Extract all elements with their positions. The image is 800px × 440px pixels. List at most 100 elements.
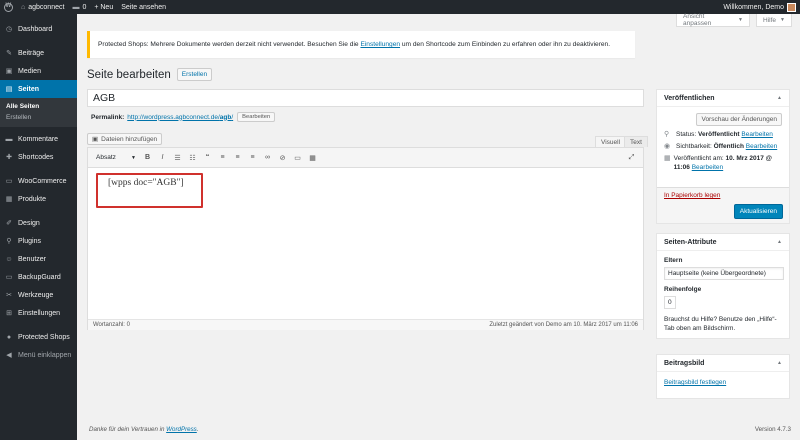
sidebar-item-label: Werkzeuge [18, 291, 54, 299]
wordpress-logo-menu[interactable] [0, 0, 17, 14]
bold-button[interactable]: B [140, 152, 155, 164]
read-more-button[interactable]: ▭ [290, 152, 305, 164]
pin-icon: ⚲ [664, 131, 670, 138]
parent-select[interactable]: Hauptseite (keine Übergeordnete) [664, 267, 784, 280]
preview-changes-button[interactable]: Vorschau der Änderungen [696, 113, 782, 126]
post-title-input[interactable]: AGB [87, 89, 644, 107]
update-button[interactable]: Aktualisieren [733, 204, 783, 219]
pages-icon: ▤ [5, 86, 13, 93]
tab-text[interactable]: Text [624, 136, 648, 147]
new-content-menu[interactable]: + Neu [90, 0, 117, 14]
fullscreen-icon: ⤢ [628, 153, 635, 161]
highlight-box [96, 173, 203, 208]
products-icon: ▦ [5, 196, 13, 203]
featured-image-header[interactable]: Beitragsbild ▲ [657, 355, 789, 372]
format-select-value: Absatz [96, 154, 116, 161]
sidebar-item-media[interactable]: ▣ Medien [0, 62, 77, 80]
sidebar-item-pages[interactable]: ▤ Seiten [0, 80, 77, 98]
sidebar-item-products[interactable]: ▦ Produkte [0, 190, 77, 208]
toolbar-toggle-button[interactable]: ▦ [305, 152, 320, 164]
published-row: ▦ Veröffentlicht am: 10. Mrz 2017 @ 11:0… [664, 154, 782, 172]
sidebar-item-woocommerce[interactable]: ▭ WooCommerce [0, 172, 77, 190]
help-label: Hilfe [763, 16, 777, 24]
edit-permalink-button[interactable]: Bearbeiten [237, 112, 276, 122]
bulleted-list-button[interactable]: ☰ [170, 152, 185, 164]
sidebar-item-label: Beiträge [18, 49, 45, 57]
sidebar-item-dashboard[interactable]: ◷ Dashboard [0, 20, 77, 38]
site-name: agbconnect [28, 3, 65, 11]
set-featured-image-link[interactable]: Beitragsbild festlegen [664, 379, 726, 386]
sidebar-item-protected-shops[interactable]: ● Protected Shops [0, 328, 77, 346]
permalink-label: Permalink: [91, 113, 125, 121]
insert-link-button[interactable]: ∞ [260, 152, 275, 164]
align-left-button[interactable]: ≡ [215, 152, 230, 164]
format-select[interactable]: Absatz ▼ [92, 152, 140, 164]
edit-date-link[interactable]: Bearbeiten [692, 164, 723, 171]
chevron-down-icon: ▼ [738, 17, 743, 23]
page-attributes-title: Seiten-Attribute [664, 238, 717, 246]
sidebar-item-label: Shortcodes [18, 153, 54, 161]
blockquote-button[interactable]: “ [200, 152, 215, 164]
editor-toolbar: Absatz ▼ B I ☰ ☷ “ ≡ ≡ ≡ ∞ ⊘ ▭ ▦ ⤢ [88, 148, 643, 168]
edit-visibility-link[interactable]: Bearbeiten [746, 143, 777, 150]
admin-sidebar: ◷ Dashboard ✎ Beiträge ▣ Medien ▤ Seiten… [0, 14, 77, 440]
numbered-list-icon: ☷ [189, 154, 196, 162]
page-attributes-help: Brauchst du Hilfe? Benutze den „Hilfe“-T… [664, 316, 777, 332]
numbered-list-button[interactable]: ☷ [185, 152, 200, 164]
order-input[interactable]: 0 [664, 296, 676, 309]
caret-up-icon[interactable]: ▲ [777, 95, 782, 101]
italic-button[interactable]: I [155, 152, 170, 164]
wordpress-link[interactable]: WordPress [166, 426, 197, 433]
sidebar-item-tools[interactable]: ✂ Werkzeuge [0, 286, 77, 304]
screen-options-button[interactable]: Ansicht anpassen ▼ [676, 13, 750, 27]
eye-icon: ◉ [664, 143, 671, 150]
site-name-menu[interactable]: ⌂ agbconnect [17, 0, 68, 14]
align-center-button[interactable]: ≡ [230, 152, 245, 164]
account-menu[interactable]: Willkommen, Demo [719, 0, 800, 14]
sidebar-item-plugins[interactable]: ⚲ Plugins [0, 232, 77, 250]
help-button[interactable]: Hilfe ▼ [756, 14, 792, 27]
sidebar-item-label: BackupGuard [18, 273, 61, 281]
sidebar-item-backupguard[interactable]: ▭ BackupGuard [0, 268, 77, 286]
add-media-label: Dateien hinzufügen [101, 135, 158, 143]
caret-up-icon[interactable]: ▲ [777, 360, 782, 366]
view-page-link[interactable]: Seite ansehen [117, 0, 170, 14]
parent-label: Eltern [664, 257, 683, 264]
sidebar-item-design[interactable]: ✐ Design [0, 214, 77, 232]
permalink-link[interactable]: http://wordpress.agbconnect.de/agb/ [127, 114, 233, 121]
sidebar-item-settings[interactable]: ⊞ Einstellungen [0, 304, 77, 322]
sidebar-item-label: Seiten [18, 85, 40, 93]
sidebar-item-shortcodes[interactable]: ✚ Shortcodes [0, 148, 77, 166]
distraction-free-button[interactable]: ⤢ [624, 152, 639, 164]
submenu-add-page[interactable]: Erstellen [0, 112, 77, 123]
page-attributes-header[interactable]: Seiten-Attribute ▲ [657, 234, 789, 251]
align-right-button[interactable]: ≡ [245, 152, 260, 164]
publish-box: Veröffentlichen ▲ Vorschau der Änderunge… [656, 89, 790, 224]
edit-status-link[interactable]: Bearbeiten [741, 131, 772, 138]
avatar [787, 2, 796, 12]
align-center-icon: ≡ [235, 154, 240, 161]
italic-icon: I [161, 154, 164, 161]
add-new-page-button[interactable]: Erstellen [176, 68, 213, 81]
footer-thanks-end: . [196, 426, 199, 433]
publish-box-header[interactable]: Veröffentlichen ▲ [657, 90, 789, 107]
editor-content-area[interactable]: [wpps doc="AGB"] [88, 168, 643, 319]
sidebar-item-users[interactable]: ☺ Benutzer [0, 250, 77, 268]
remove-link-button[interactable]: ⊘ [275, 152, 290, 164]
permalink-base: http://wordpress.agbconnect.de/ [127, 113, 220, 121]
move-to-trash-link[interactable]: In Papierkorb legen [664, 192, 720, 199]
tab-visual[interactable]: Visuell [595, 136, 627, 147]
notice-text-before: Protected Shops: Mehrere Dokumente werde… [98, 41, 361, 48]
sidebar-item-posts[interactable]: ✎ Beiträge [0, 44, 77, 62]
submenu-all-pages[interactable]: Alle Seiten [0, 101, 77, 112]
sidebar-item-comments[interactable]: ▬ Kommentare [0, 130, 77, 148]
footer-version: Version 4.7.3 [754, 426, 791, 433]
status-label: Status: [676, 131, 697, 138]
sidebar-collapse-menu[interactable]: ◀ Menü einklappen [0, 346, 77, 364]
comments-menu[interactable]: ▬ 0 [68, 0, 90, 14]
caret-up-icon[interactable]: ▲ [777, 239, 782, 245]
add-media-button[interactable]: ▣ Dateien hinzufügen [87, 133, 163, 145]
notice-settings-link[interactable]: Einstellungen [360, 41, 400, 48]
editor-status-bar: Wortanzahl: 0 Zuletzt geändert von Demo … [88, 319, 643, 330]
visibility-value: Öffentlich [713, 143, 744, 150]
